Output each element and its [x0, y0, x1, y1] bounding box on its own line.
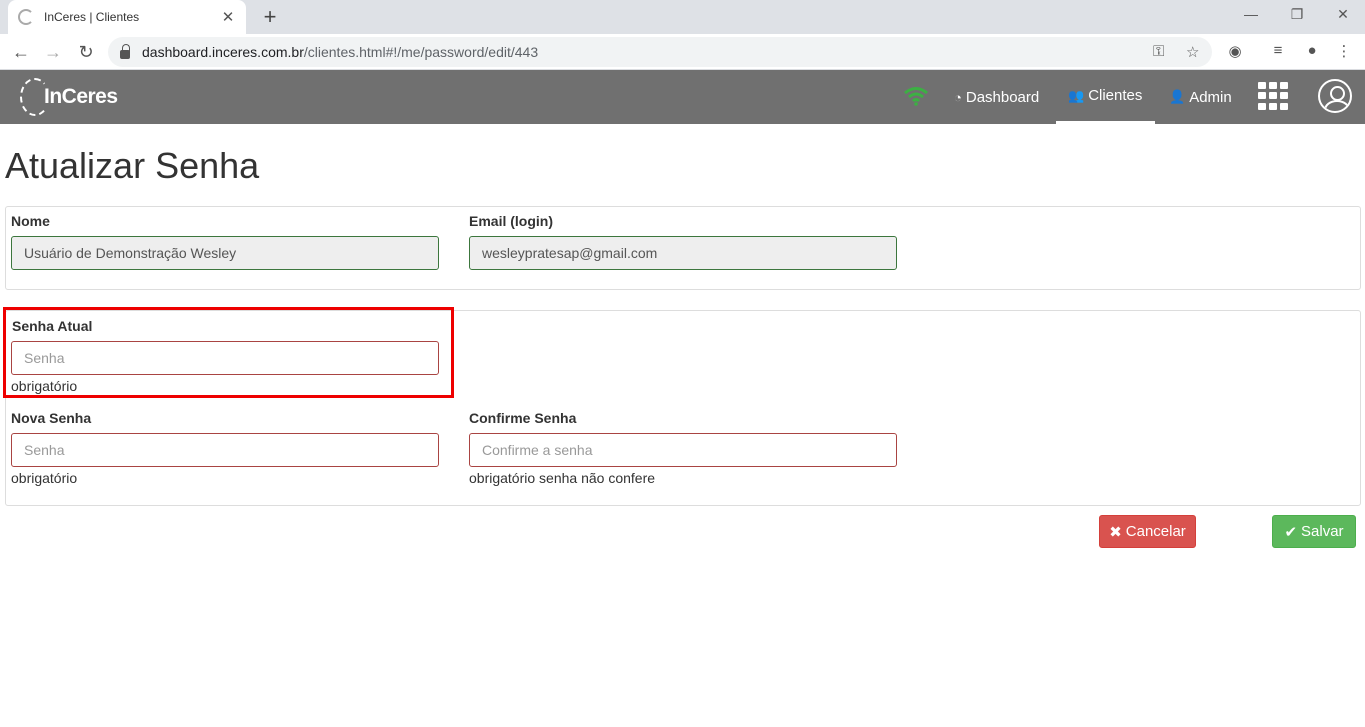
star-icon[interactable]: ☆ — [1186, 43, 1199, 61]
menu-icon[interactable]: ⋮ — [1334, 42, 1354, 60]
tab-title: InCeres | Clientes — [44, 10, 140, 24]
key-icon[interactable]: ⚿ — [1153, 43, 1164, 60]
save-button[interactable]: ✔ Salvar — [1272, 515, 1356, 548]
dashboard-icon: ◔ — [954, 89, 962, 105]
nav-admin[interactable]: 👤 Admin — [1157, 70, 1244, 124]
url-host: dashboard.inceres.com.br — [142, 44, 304, 60]
highlight-box — [3, 307, 454, 398]
tab-close-icon[interactable]: ✕ — [220, 8, 236, 26]
cancel-label: Cancelar — [1125, 523, 1186, 540]
inceres-logo[interactable]: InCeres — [20, 78, 118, 116]
app-navbar: InCeres ◔ Dashboard 👥 Clientes 👤 Admin — [0, 70, 1365, 124]
name-input[interactable] — [11, 236, 439, 270]
new-password-field: Nova Senha obrigatório — [11, 410, 439, 486]
browser-tabstrip: InCeres | Clientes ✕ + — ❐ ✕ — [0, 0, 1365, 34]
user-profile-icon[interactable] — [1318, 79, 1352, 113]
name-label: Nome — [11, 213, 50, 229]
new-tab-button[interactable]: + — [260, 4, 280, 30]
lock-icon — [120, 43, 130, 59]
extension-icon[interactable]: ◉ — [1225, 42, 1245, 60]
confirm-password-field: Confirme Senha obrigatório senha não con… — [469, 410, 897, 486]
save-label: Salvar — [1301, 523, 1344, 540]
email-field: Email (login) — [469, 213, 897, 270]
browser-toolbar: ← → ↻ dashboard.inceres.com.br/clientes.… — [0, 34, 1365, 70]
wifi-icon — [904, 87, 928, 106]
times-icon: ✖ — [1109, 523, 1122, 541]
page-title: Atualizar Senha — [5, 145, 260, 186]
users-icon: 👥 — [1068, 87, 1085, 103]
profile-panel: Nome Email (login) — [5, 206, 1361, 290]
new-password-input[interactable] — [11, 433, 439, 467]
address-bar[interactable]: dashboard.inceres.com.br/clientes.html#!… — [108, 37, 1212, 67]
forward-icon[interactable]: → — [43, 41, 63, 63]
media-icon[interactable]: ≡ — [1268, 42, 1288, 59]
minimize-icon[interactable]: — — [1241, 6, 1261, 22]
nav-clientes-label: Clientes — [1088, 87, 1143, 104]
confirm-password-help: obrigatório senha não confere — [469, 470, 656, 486]
restore-icon[interactable]: ❐ — [1287, 6, 1307, 23]
apps-grid-icon[interactable] — [1258, 82, 1290, 110]
new-password-help: obrigatório — [11, 470, 78, 486]
account-icon[interactable]: ● — [1302, 42, 1322, 59]
url-path: /clientes.html#!/me/password/edit/443 — [303, 44, 539, 60]
confirm-password-input[interactable] — [469, 433, 897, 467]
confirm-password-label: Confirme Senha — [469, 410, 577, 426]
browser-tab[interactable]: InCeres | Clientes ✕ — [8, 0, 246, 34]
inceres-favicon-icon — [18, 9, 34, 25]
nav-dashboard-label: Dashboard — [965, 88, 1040, 106]
check-icon: ✔ — [1284, 523, 1298, 541]
logo-text: InCeres — [44, 85, 118, 108]
email-label: Email (login) — [469, 213, 553, 229]
nav-dashboard[interactable]: ◔ Dashboard — [942, 70, 1051, 124]
back-icon[interactable]: ← — [11, 41, 31, 63]
user-plus-icon: 👤 — [1169, 89, 1186, 104]
reload-icon[interactable]: ↻ — [76, 41, 96, 63]
cancel-button[interactable]: ✖ Cancelar — [1099, 515, 1196, 548]
nav-clientes[interactable]: 👥 Clientes — [1056, 70, 1155, 124]
email-input[interactable] — [469, 236, 897, 270]
name-field: Nome — [11, 213, 439, 270]
new-password-label: Nova Senha — [11, 410, 92, 426]
nav-admin-label: Admin — [1189, 88, 1232, 106]
close-window-icon[interactable]: ✕ — [1333, 6, 1353, 23]
